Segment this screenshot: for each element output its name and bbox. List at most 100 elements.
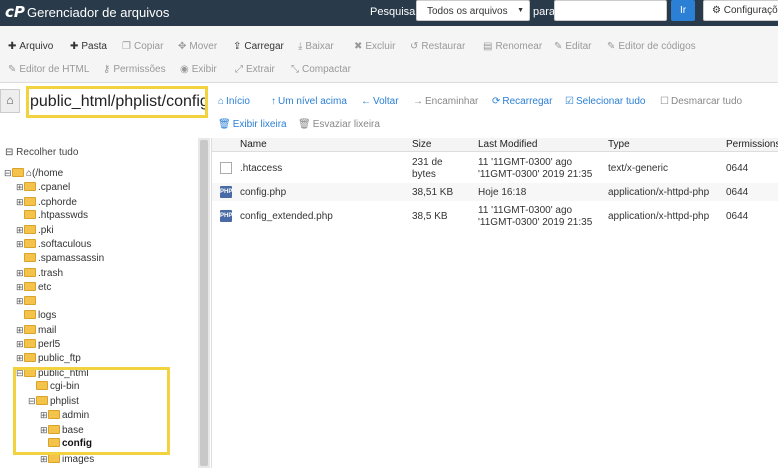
view-trash-button[interactable]: 🗑 Exibir lixeira — [218, 119, 287, 130]
tree-item[interactable]: ⊞ .trash — [16, 266, 63, 280]
home-directory-button[interactable]: ⌂ — [0, 89, 20, 113]
tree-item[interactable]: .htpasswds — [16, 209, 88, 223]
folder-icon — [24, 339, 36, 348]
cpanel-logo[interactable]: cP — [5, 3, 25, 21]
arrow-left-icon: ← — [361, 96, 371, 107]
nav-forward-button[interactable]: → Encaminhar — [413, 96, 478, 107]
file-modified-line1: 11 '11GMT-0300' ago — [478, 205, 573, 216]
file-type: application/x-httpd-php — [608, 187, 710, 198]
move-icon: ✥ — [178, 41, 187, 52]
file-permissions: 0644 — [726, 163, 749, 174]
view-button[interactable]: ◉ Exibir — [180, 64, 217, 75]
go-button[interactable]: Ir — [671, 0, 695, 21]
tree-item[interactable]: ⊞ public_ftp — [16, 351, 81, 365]
search-scope-value: Todos os arquivos — [427, 6, 508, 17]
path-bar: ⌂ public_html/phplist/config ⌂ Início ↑ Um… — [0, 83, 778, 138]
column-header-permissions[interactable]: Permissions — [726, 139, 778, 150]
tree-item[interactable]: ⊞ etc — [16, 280, 51, 294]
compress-icon: ⤡ — [291, 64, 299, 75]
file-size-line1: 231 de — [412, 157, 443, 168]
extract-button[interactable]: ⤢ Extrair — [235, 64, 275, 75]
tree-item[interactable]: ⊞ perl5 — [16, 337, 60, 351]
folder-icon — [24, 225, 36, 234]
folder-icon — [24, 210, 36, 219]
nav-reload-button[interactable]: ⟳ Recarregar — [492, 96, 552, 107]
table-row[interactable]: PHP config.php 38,51 KB Hoje 16:18 appli… — [212, 183, 778, 201]
tree-item[interactable]: logs — [16, 309, 56, 323]
rename-button[interactable]: ▤ Renomear — [483, 41, 542, 52]
column-header-name[interactable]: Name — [240, 139, 267, 150]
tree-item[interactable]: .spamassassin — [16, 252, 104, 266]
collapse-icon: ⊟ — [5, 147, 14, 158]
tree-item[interactable]: ⊞ mail — [16, 323, 56, 337]
file-name: config.php — [240, 187, 287, 198]
folder-icon — [24, 197, 36, 206]
permissions-button[interactable]: ⚷ Permissões — [103, 64, 166, 75]
file-modified-line2: '11GMT-0300' 2019 21:35 — [478, 169, 593, 180]
folder-icon — [24, 182, 36, 191]
search-input[interactable] — [554, 0, 667, 21]
html-editor-button[interactable]: ✎ Editor de HTML — [8, 64, 89, 75]
table-row[interactable]: PHP config_extended.php 38,5 KB 11 '11GM… — [212, 201, 778, 231]
unselect-all-button[interactable]: ☐ Desmarcar tudo — [660, 96, 742, 107]
column-header-size[interactable]: Size — [412, 139, 431, 150]
folder-icon — [24, 353, 36, 362]
plus-icon: ✚ — [8, 41, 17, 52]
settings-button[interactable]: ⚙ Configurações — [703, 0, 778, 21]
home-icon: ⌂ — [218, 96, 225, 107]
delete-icon: ✖ — [354, 41, 363, 52]
tree-item[interactable]: ⊞ .pki — [16, 223, 54, 237]
checkbox-checked-icon: ☑ — [565, 96, 574, 107]
empty-trash-button[interactable]: 🗑 Esvaziar lixeira — [298, 119, 380, 130]
upload-button[interactable]: ⇪ Carregar — [233, 41, 284, 52]
folder-icon — [24, 325, 36, 334]
nav-back-button[interactable]: ← Voltar — [361, 96, 399, 107]
file-permissions: 0644 — [726, 187, 749, 198]
select-all-button[interactable]: ☑ Selecionar tudo — [565, 96, 645, 107]
delete-button[interactable]: ✖ Excluir — [354, 41, 395, 52]
file-type: application/x-httpd-php — [608, 211, 710, 222]
folder-icon — [24, 239, 36, 248]
edit-button[interactable]: ✎ Editar — [554, 41, 592, 52]
copy-button[interactable]: ❐ Copiar — [122, 41, 163, 52]
collapse-icon: ⊟ — [4, 168, 12, 178]
tree-highlight-box — [13, 367, 170, 455]
move-button[interactable]: ✥ Mover — [178, 41, 217, 52]
nav-home-button[interactable]: ⌂ Início — [218, 96, 250, 107]
path-input[interactable]: public_html/phplist/config — [26, 86, 208, 118]
scrollbar-thumb[interactable] — [200, 140, 208, 466]
table-row[interactable]: .htaccess 231 de bytes 11 '11GMT-0300' a… — [212, 153, 778, 183]
checkbox-empty-icon: ☐ — [660, 96, 669, 107]
file-modified-line1: 11 '11GMT-0300' ago — [478, 157, 573, 168]
key-icon: ⚷ — [103, 64, 111, 75]
column-header-modified[interactable]: Last Modified — [478, 139, 537, 150]
collapse-all-button[interactable]: ⊟ Recolher tudo — [5, 147, 78, 158]
tree-item[interactable]: ⊞ .cphorde — [16, 195, 77, 209]
text-file-icon — [220, 162, 232, 174]
download-button[interactable]: ⤓ Baixar — [298, 41, 334, 52]
restore-button[interactable]: ↺ Restaurar — [410, 41, 465, 52]
settings-label: Configurações — [723, 5, 778, 16]
nav-up-button[interactable]: ↑ Um nível acima — [271, 96, 347, 107]
search-scope-select[interactable]: Todos os arquivos ▼ — [416, 0, 530, 21]
file-size: 38,51 KB — [412, 187, 454, 198]
tree-scrollbar[interactable] — [198, 138, 210, 468]
folder-icon — [24, 282, 36, 291]
compress-button[interactable]: ⤡ Compactar — [291, 64, 351, 75]
column-header-type[interactable]: Type — [608, 139, 630, 150]
code-editor-icon: ✎ — [607, 41, 616, 52]
arrow-up-icon: ↑ — [271, 96, 276, 107]
new-file-button[interactable]: ✚ Arquivo — [8, 41, 53, 52]
rename-icon: ▤ — [483, 41, 493, 52]
caret-down-icon: ▼ — [517, 7, 524, 14]
tree-root[interactable]: ⊟ ⌂(/home — [4, 166, 63, 180]
file-permissions: 0644 — [726, 211, 749, 222]
new-folder-button[interactable]: ✚ Pasta — [70, 41, 107, 52]
tree-item[interactable]: ⊞ .softaculous — [16, 237, 91, 251]
refresh-icon: ⟳ — [492, 96, 501, 107]
tree-item[interactable]: ⊞ .cpanel — [16, 180, 70, 194]
directory-tree: ⊟ Recolher tudo ⊟ ⌂(/home ⊞ .cpanel ⊞ .cpho… — [0, 138, 210, 468]
trash-icon: 🗑 — [298, 119, 311, 130]
tree-item[interactable]: ⊞ — [16, 294, 38, 308]
code-editor-button[interactable]: ✎ Editor de códigos — [607, 41, 696, 52]
